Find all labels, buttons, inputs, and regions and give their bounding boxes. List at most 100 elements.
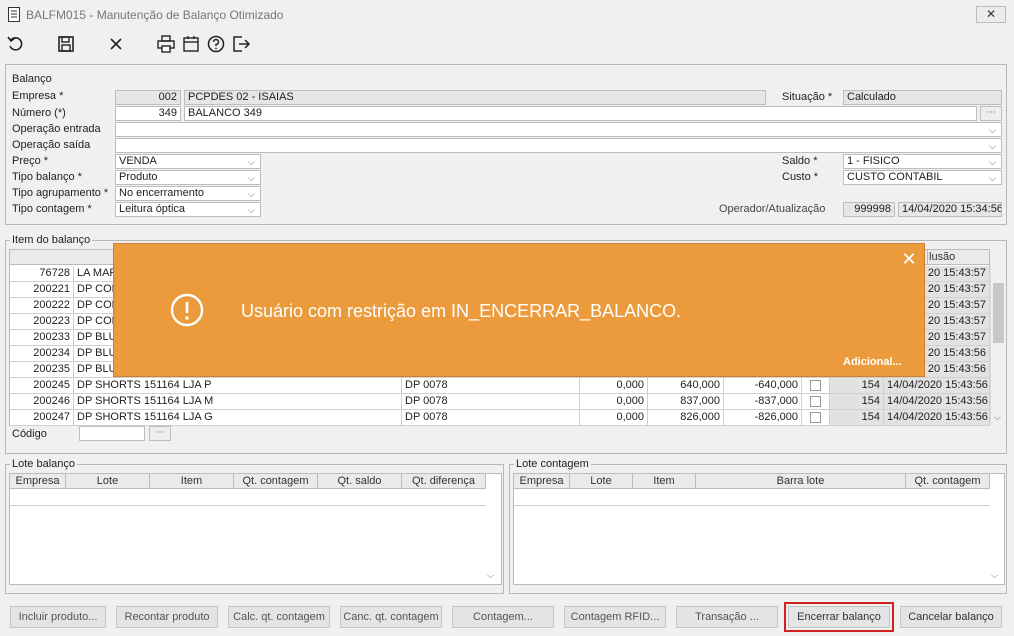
inclusao-header: lusão	[928, 250, 990, 265]
contagem-button[interactable]: Contagem...	[452, 606, 554, 628]
saldo-select[interactable]: 1 - FISICO ⌵	[843, 154, 1002, 169]
table-cell-op: 154	[830, 394, 884, 410]
op-saida-select[interactable]: ⌵	[115, 138, 1002, 153]
codigo-field[interactable]	[79, 426, 145, 441]
preco-select[interactable]: VENDA ⌵	[115, 154, 261, 169]
tipo-balanco-value: Produto	[119, 171, 158, 183]
scroll-down-icon[interactable]: ⌵	[487, 570, 494, 581]
toast-close-icon[interactable]: ✕	[899, 249, 919, 271]
table-cell-saldo: 826,000	[648, 410, 724, 426]
numero-field[interactable]: 349	[115, 106, 181, 121]
lote-balanco-grid: Empresa Lote Item Qt. contagem Qt. saldo…	[9, 473, 502, 585]
row-checkbox[interactable]	[802, 410, 830, 426]
table-cell-desc: DP SHORTS 151164 LJA G	[74, 410, 402, 426]
row-checkbox[interactable]	[802, 394, 830, 410]
contagem-rfid-button[interactable]: Contagem RFID...	[564, 606, 666, 628]
toast-adicional-link[interactable]: Adicional...	[843, 356, 902, 368]
chevron-down-icon: ⌵	[989, 157, 996, 167]
checkbox-icon[interactable]	[810, 396, 821, 407]
calc-qt-contagem-button[interactable]: Calc. qt. contagem	[228, 606, 330, 628]
tipo-balanco-select[interactable]: Produto ⌵	[115, 170, 261, 185]
custo-value: CUSTO CONTABIL	[847, 171, 943, 183]
custo-select[interactable]: CUSTO CONTABIL ⌵	[843, 170, 1002, 185]
tipo-contagem-label: Tipo contagem *	[12, 203, 92, 215]
numero-lookup-button[interactable]: ⋯	[980, 106, 1002, 121]
scroll-down-icon[interactable]: ⌵	[994, 412, 1001, 423]
saldo-label: Saldo *	[782, 155, 818, 167]
table-cell-code: 200245	[10, 378, 74, 394]
chevron-down-icon: ⌵	[248, 157, 255, 167]
custo-label: Custo *	[782, 171, 819, 183]
checkbox-icon[interactable]	[810, 380, 821, 391]
tipo-contagem-select[interactable]: Leitura óptica ⌵	[115, 202, 261, 217]
calendar-icon[interactable]	[181, 34, 201, 54]
table-cell-op: 154	[830, 410, 884, 426]
table-cell-qt: 0,000	[580, 410, 648, 426]
table-cell-saldo: 640,000	[648, 378, 724, 394]
table-row[interactable]: 200245 DP SHORTS 151164 LJA P DP 0078 0,000…	[10, 378, 990, 394]
op-entrada-label: Operação entrada	[12, 123, 101, 135]
numero-label: Número (*)	[12, 107, 66, 119]
undo-icon[interactable]	[6, 34, 26, 54]
table-row[interactable]: 200247 DP SHORTS 151164 LJA G DP 0078 0,000…	[10, 410, 990, 426]
operador-label: Operador/Atualização	[719, 203, 826, 215]
cancel-icon[interactable]	[106, 34, 126, 54]
chevron-down-icon: ⌵	[989, 125, 996, 135]
table-cell-code: 200234	[10, 346, 74, 362]
lc-empty-row[interactable]	[514, 489, 990, 506]
document-icon	[8, 7, 20, 22]
lb-header-item: Item	[150, 474, 234, 489]
table-cell-op: 154	[830, 378, 884, 394]
save-icon[interactable]	[56, 34, 76, 54]
lote-contagem-legend: Lote contagem	[514, 458, 591, 470]
lc-header-lote: Lote	[570, 474, 633, 489]
window-close-button[interactable]: ✕	[976, 6, 1006, 23]
table-cell-qt: 0,000	[580, 378, 648, 394]
op-entrada-select[interactable]: ⌵	[115, 122, 1002, 137]
exit-icon[interactable]	[231, 34, 251, 54]
empresa-label: Empresa *	[12, 90, 64, 102]
codigo-lookup-button[interactable]: ⋯	[149, 426, 171, 441]
window-title: BALFM015 - Manutenção de Balanço Otimiza…	[26, 8, 284, 22]
operador-field: 999998	[843, 202, 895, 217]
help-icon[interactable]	[206, 34, 226, 54]
table-cell-dif: -837,000	[724, 394, 802, 410]
lb-empty-row[interactable]	[10, 489, 486, 506]
lc-header-empresa: Empresa	[514, 474, 570, 489]
lb-header-lote: Lote	[66, 474, 150, 489]
incluir-produto-button[interactable]: Incluir produto...	[10, 606, 106, 628]
numero-desc-field[interactable]: BALANCO 349	[184, 106, 977, 121]
canc-qt-contagem-button[interactable]: Canc. qt. contagem	[340, 606, 442, 628]
checkbox-icon[interactable]	[810, 412, 821, 423]
table-cell-code: 76728	[10, 266, 74, 282]
lb-header-qt-diferenca: Qt. diferença	[402, 474, 486, 489]
atualizacao-field: 14/04/2020 15:34:56	[898, 202, 1002, 217]
recontar-produto-button[interactable]: Recontar produto	[116, 606, 218, 628]
item-grid-scrollbar[interactable]: ⌵	[990, 265, 1005, 425]
tipo-agrupamento-select[interactable]: No encerramento ⌵	[115, 186, 261, 201]
scroll-thumb[interactable]	[993, 283, 1004, 343]
lc-header-item: Item	[633, 474, 696, 489]
chevron-down-icon: ⌵	[248, 205, 255, 215]
tipo-balanco-label: Tipo balanço *	[12, 171, 82, 183]
table-cell-qt: 0,000	[580, 394, 648, 410]
preco-value: VENDA	[119, 155, 157, 167]
tipo-agrupamento-label: Tipo agrupamento *	[12, 187, 109, 199]
table-cell-code: 200221	[10, 282, 74, 298]
op-saida-label: Operação saída	[12, 139, 91, 151]
scroll-down-icon[interactable]: ⌵	[991, 570, 998, 581]
table-cell-code: 200233	[10, 330, 74, 346]
transacao-button[interactable]: Transação ...	[676, 606, 778, 628]
error-toast: Usuário com restrição em IN_ENCERRAR_BAL…	[113, 243, 925, 377]
row-checkbox[interactable]	[802, 378, 830, 394]
cancelar-balanco-button[interactable]: Cancelar balanço	[900, 606, 1002, 628]
table-cell-desc: DP SHORTS 151164 LJA M	[74, 394, 402, 410]
table-cell-data: 14/04/2020 15:43:56	[884, 394, 990, 410]
lote-balanco-legend: Lote balanço	[10, 458, 77, 470]
lb-header-qt-contagem: Qt. contagem	[234, 474, 318, 489]
table-row[interactable]: 200246 DP SHORTS 151164 LJA M DP 0078 0,000…	[10, 394, 990, 410]
encerrar-balanco-button[interactable]: Encerrar balanço	[788, 606, 890, 628]
print-icon[interactable]	[156, 34, 176, 54]
alert-icon	[170, 293, 204, 327]
table-cell-code: 200246	[10, 394, 74, 410]
